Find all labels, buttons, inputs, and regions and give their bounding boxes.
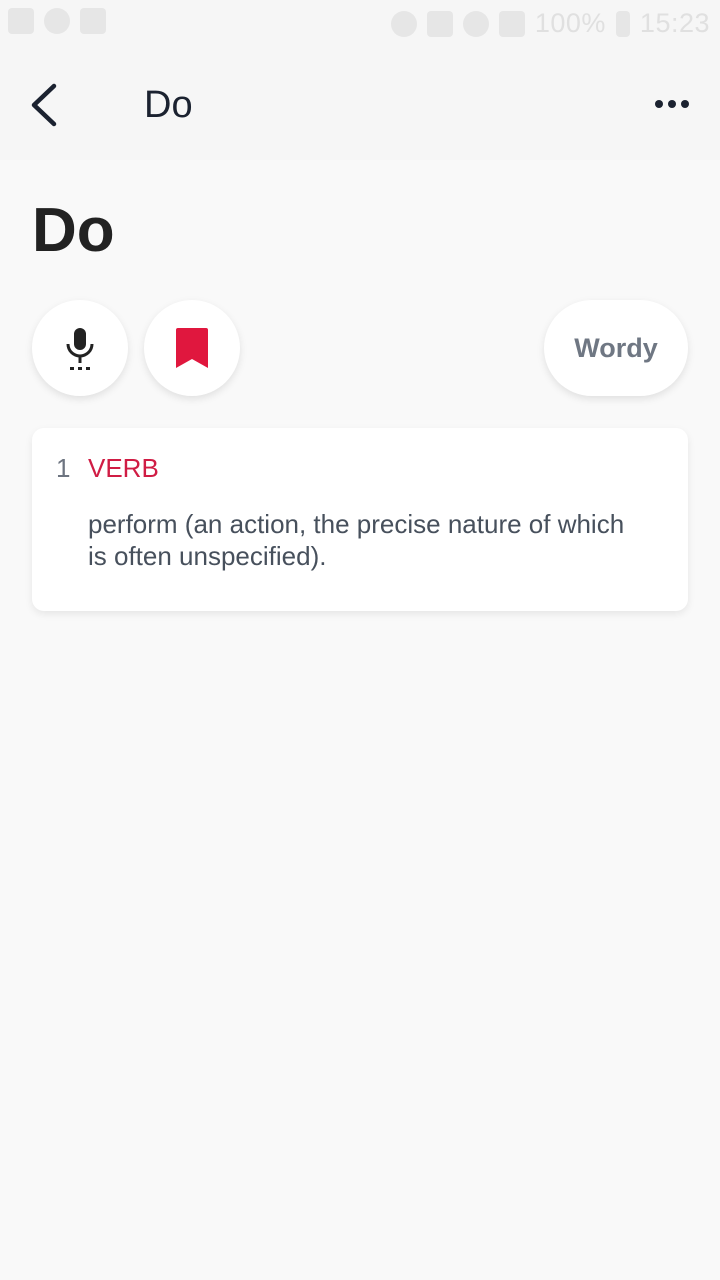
gallery-icon: [8, 8, 34, 34]
alarm-icon: [390, 10, 417, 37]
status-bar: 100% 15:23: [0, 0, 720, 50]
app-notification-icon: [44, 8, 70, 34]
wifi-icon: [462, 10, 489, 37]
definition-card: 1 VERB perform (an action, the precise n…: [32, 428, 688, 611]
status-right-icons: 100% 15:23: [390, 8, 710, 39]
status-time: 15:23: [639, 8, 710, 38]
more-horizontal-icon: [655, 100, 689, 108]
app-bar: Do: [0, 50, 720, 160]
app-bar-title: Do: [144, 84, 193, 126]
back-button[interactable]: [22, 78, 68, 132]
battery-icon: [615, 10, 630, 37]
bookmark-icon: [176, 328, 208, 368]
grid-notification-icon: [80, 8, 106, 34]
signal-icon: [498, 10, 525, 37]
mute-icon: [426, 10, 453, 37]
status-left-icons: [8, 8, 106, 34]
microphone-icon: [66, 328, 94, 370]
more-options-button[interactable]: [654, 86, 694, 122]
bookmark-button[interactable]: [144, 300, 240, 396]
pronounce-button[interactable]: [32, 300, 128, 396]
source-button[interactable]: Wordy: [544, 300, 688, 396]
chevron-left-icon: [31, 83, 57, 127]
battery-level: 100%: [534, 8, 606, 38]
definition-number: 1: [56, 453, 71, 483]
definition-text: perform (an action, the precise nature o…: [88, 509, 625, 571]
part-of-speech: VERB: [88, 453, 159, 483]
headword: Do: [32, 196, 115, 265]
